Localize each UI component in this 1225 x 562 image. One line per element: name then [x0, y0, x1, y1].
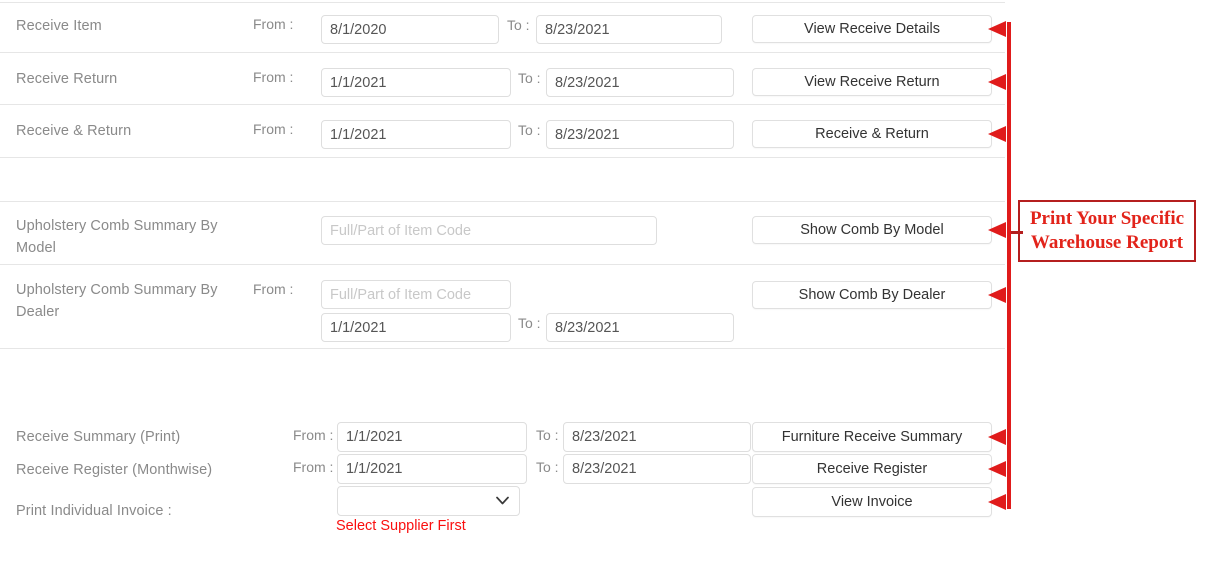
receive-and-return-to-date-input[interactable] [546, 120, 734, 149]
row-separator [0, 157, 1005, 158]
row-separator [0, 264, 1005, 265]
row-label-text: Receive Item [16, 18, 102, 34]
from-label-text: From : [253, 281, 294, 297]
row-label-receive-and-return: Receive & Return [16, 120, 131, 142]
furniture-receive-summary-button[interactable]: Furniture Receive Summary [752, 422, 992, 452]
to-label-text: To : [536, 427, 559, 443]
annotation-arrow-icon [988, 287, 1006, 303]
receive-register-to-date-input[interactable] [563, 454, 751, 484]
supplier-select-wrapper[interactable] [337, 486, 520, 516]
annotation-arrow-icon [988, 126, 1006, 142]
view-invoice-button[interactable]: View Invoice [752, 487, 992, 517]
to-label-text: To : [518, 315, 541, 331]
to-label-text: To : [507, 17, 530, 33]
to-label-text: To : [518, 70, 541, 86]
receive-register-button[interactable]: Receive Register [752, 454, 992, 484]
row-separator [0, 2, 1005, 3]
select-supplier-note: Select Supplier First [336, 517, 466, 535]
receive-item-from-date-input[interactable] [321, 15, 499, 44]
receive-summary-from-date-input[interactable] [337, 422, 527, 452]
annotation-arrow-icon [988, 461, 1006, 477]
to-label-upholstery-dealer: To : [518, 315, 541, 333]
to-label-receive-summary: To : [536, 427, 559, 445]
from-label-receive-item: From : [253, 16, 293, 34]
receive-and-return-from-date-input[interactable] [321, 120, 511, 149]
annotation-vertical-line [1007, 22, 1011, 509]
upholstery-dealer-from-date-input[interactable] [321, 313, 511, 342]
from-label-upholstery-dealer: From : [253, 281, 293, 299]
from-label-receive-and-return: From : [253, 121, 293, 139]
from-label-text: From : [253, 69, 294, 85]
receive-item-to-date-input[interactable] [536, 15, 722, 44]
to-label-receive-item: To : [507, 17, 530, 35]
to-label-receive-register: To : [536, 459, 559, 477]
row-label-text: Receive Summary (Print) [16, 429, 181, 445]
upholstery-model-item-code-input[interactable] [321, 216, 657, 245]
from-label-text: From : [293, 459, 334, 475]
to-label-text: To : [536, 459, 559, 475]
annotation-arrow-icon [988, 429, 1006, 445]
show-comb-by-dealer-button[interactable]: Show Comb By Dealer [752, 281, 992, 309]
row-separator [0, 201, 1005, 202]
from-label-receive-summary: From : [293, 427, 333, 445]
upholstery-dealer-item-code-input[interactable] [321, 280, 511, 309]
annotation-callout-text: Print Your Specific Warehouse Report [1029, 208, 1185, 253]
row-label-upholstery-comb-by-model: Upholstery Comb Summary By Model [16, 215, 246, 259]
row-label-receive-item: Receive Item [16, 15, 102, 37]
annotation-arrow-icon [988, 494, 1006, 510]
from-label-receive-register: From : [293, 459, 333, 477]
from-label-text: From : [293, 427, 334, 443]
row-separator [0, 52, 1005, 53]
row-label-text: Receive Return [16, 71, 118, 87]
receive-return-to-date-input[interactable] [546, 68, 734, 97]
row-label-text: Receive Register (Monthwise) [16, 462, 213, 478]
row-label-receive-return: Receive Return [16, 68, 117, 90]
report-page: Receive Item From : To : View Receive De… [0, 0, 1225, 562]
row-label-text: Receive & Return [16, 123, 132, 139]
supplier-select[interactable] [337, 486, 520, 516]
view-receive-return-button[interactable]: View Receive Return [752, 68, 992, 96]
to-label-text: To : [518, 122, 541, 138]
row-label-print-individual-invoice: Print Individual Invoice : [16, 500, 172, 522]
to-label-receive-and-return: To : [518, 122, 541, 140]
annotation-callout-box: Print Your Specific Warehouse Report [1018, 200, 1196, 262]
row-label-receive-summary-print: Receive Summary (Print) [16, 426, 180, 448]
row-label-upholstery-comb-by-dealer: Upholstery Comb Summary By Dealer [16, 279, 251, 323]
receive-summary-to-date-input[interactable] [563, 422, 751, 452]
annotation-arrow-icon [988, 222, 1006, 238]
receive-register-from-date-input[interactable] [337, 454, 527, 484]
from-label-text: From : [253, 16, 294, 32]
row-label-text: Upholstery Comb Summary By Dealer [16, 282, 218, 320]
row-separator [0, 104, 1005, 105]
row-label-text: Print Individual Invoice : [16, 503, 172, 519]
row-separator [0, 348, 1005, 349]
select-supplier-note-text: Select Supplier First [336, 518, 466, 534]
annotation-arrow-icon [988, 21, 1006, 37]
receive-and-return-button[interactable]: Receive & Return [752, 120, 992, 148]
receive-return-from-date-input[interactable] [321, 68, 511, 97]
view-receive-details-button[interactable]: View Receive Details [752, 15, 992, 43]
annotation-arrow-icon [988, 74, 1006, 90]
from-label-receive-return: From : [253, 69, 293, 87]
row-label-text: Upholstery Comb Summary By Model [16, 218, 218, 256]
to-label-receive-return: To : [518, 70, 541, 88]
upholstery-dealer-to-date-input[interactable] [546, 313, 734, 342]
row-label-receive-register-monthwise: Receive Register (Monthwise) [16, 459, 212, 481]
show-comb-by-model-button[interactable]: Show Comb By Model [752, 216, 992, 244]
from-label-text: From : [253, 121, 294, 137]
